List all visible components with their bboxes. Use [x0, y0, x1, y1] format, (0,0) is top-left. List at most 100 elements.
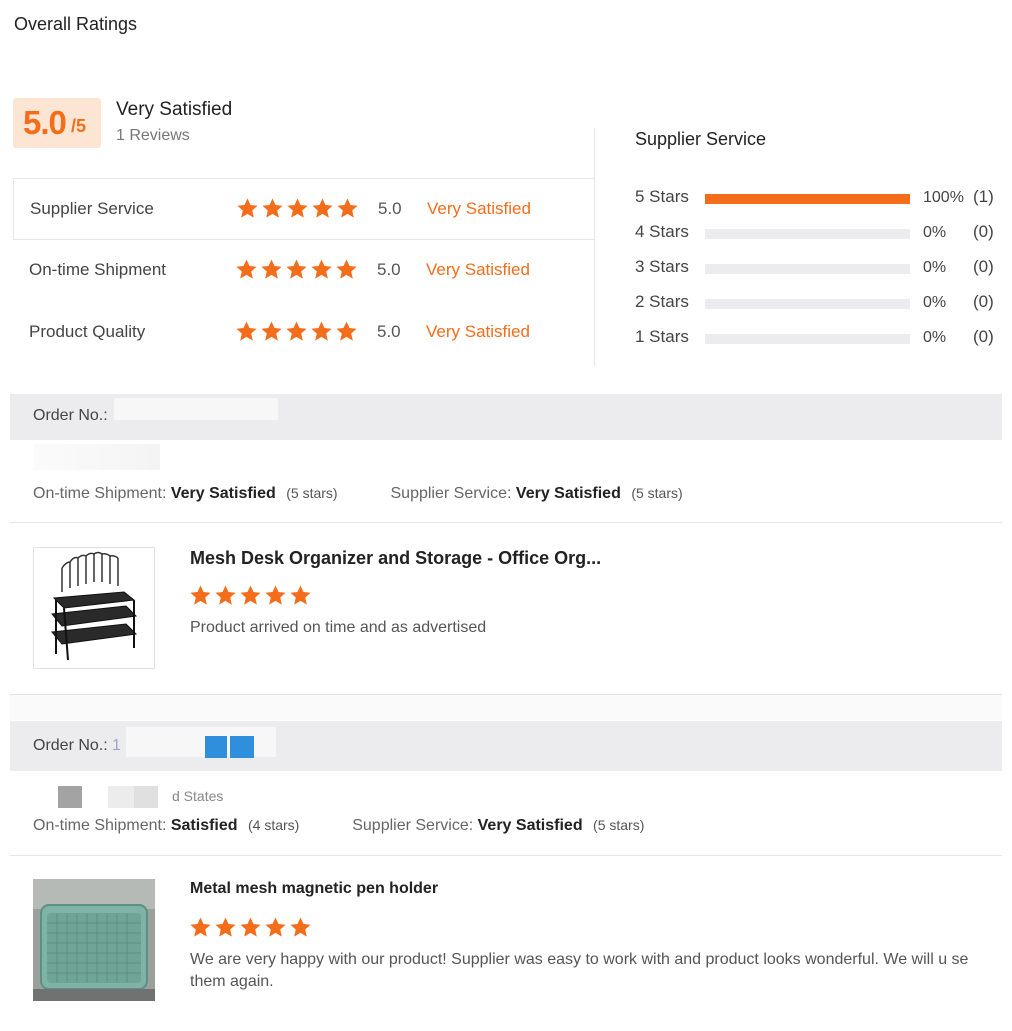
shipment-value: Satisfied [170, 817, 238, 834]
star-icon [337, 198, 358, 218]
category-row: Supplier Service 5.0 Very Satisfied [13, 178, 594, 240]
star-icon [237, 198, 258, 218]
category-level: Very Satisfied [427, 199, 531, 218]
category-ratings: Supplier Service 5.0 Very Satisfied On-t… [13, 178, 594, 364]
category-level: Very Satisfied [426, 260, 530, 279]
star-icon [265, 917, 286, 937]
product-rating-stars [189, 584, 312, 607]
distribution-percent: 0% [923, 294, 947, 311]
distribution-count: (1) [973, 187, 994, 206]
service-label: Supplier Service: [352, 817, 474, 834]
distribution-count: (0) [973, 257, 994, 276]
order-number-label: Order No.: [33, 407, 108, 424]
distribution-percent: 100% [923, 189, 964, 206]
star-icon [336, 259, 357, 279]
distribution-label: 1 Stars [635, 327, 689, 346]
overall-score-badge: 5.0 /5 [13, 98, 101, 148]
redacted-block [205, 736, 227, 758]
star-icon [286, 321, 307, 341]
buyer-country: d States [172, 788, 224, 804]
category-score: 5.0 [377, 260, 401, 279]
distribution-count: (0) [973, 292, 994, 311]
overall-score: 5.0 [23, 104, 67, 141]
category-name: On-time Shipment [29, 260, 166, 279]
star-icon [312, 198, 333, 218]
category-row: Product Quality 5.0 Very Satisfied [13, 302, 594, 364]
service-value: Very Satisfied [515, 485, 621, 502]
order-header: Order No.: 1 [10, 721, 1002, 771]
star-icon [236, 321, 257, 341]
star-icon [265, 585, 286, 605]
service-label: Supplier Service: [390, 485, 512, 502]
redacted-area [34, 444, 160, 470]
category-stars [235, 258, 358, 281]
redacted-block [108, 786, 134, 808]
product-name[interactable]: Metal mesh magnetic pen holder [190, 880, 438, 898]
distribution-label: 3 Stars [635, 257, 689, 276]
star-icon [311, 259, 332, 279]
distribution-percent: 0% [923, 259, 947, 276]
divider [10, 522, 1002, 523]
distribution-label: 4 Stars [635, 222, 689, 241]
category-stars [236, 197, 359, 220]
distribution-label: 5 Stars [635, 187, 689, 206]
page-title: Overall Ratings [14, 14, 138, 34]
shipment-stars: (4 stars) [247, 817, 300, 833]
distribution-title: Supplier Service [635, 129, 767, 149]
distribution-row: 4 Stars 0% (0) [635, 222, 1005, 246]
star-icon [287, 198, 308, 218]
distribution-label: 2 Stars [635, 292, 689, 311]
star-icon [190, 585, 211, 605]
review-meta: On-time Shipment: Satisfied (4 stars) Su… [33, 817, 644, 835]
order-number-redacted [114, 398, 278, 420]
product-image[interactable] [33, 879, 155, 1001]
review-comment: Product arrived on time and as advertise… [190, 619, 487, 636]
divider [10, 855, 1002, 856]
star-icon [236, 259, 257, 279]
order-number-partial: 1 [112, 737, 121, 754]
category-stars [235, 320, 358, 343]
section-divider [594, 128, 595, 366]
category-score: 5.0 [377, 322, 401, 341]
redacted-block [58, 786, 82, 808]
distribution-percent: 0% [923, 224, 947, 241]
desk-organizer-image [51, 551, 138, 661]
pen-holder-image [33, 879, 155, 1001]
service-stars: (5 stars) [631, 485, 683, 501]
product-image[interactable] [33, 547, 155, 669]
shipment-label: On-time Shipment: [33, 485, 167, 502]
star-icon [240, 585, 261, 605]
redacted-block [134, 786, 158, 808]
order-number-label: Order No.: [33, 737, 108, 754]
service-value: Very Satisfied [477, 817, 583, 834]
overall-satisfaction-label: Very Satisfied [116, 99, 233, 120]
star-icon [262, 198, 283, 218]
review-meta: On-time Shipment: Very Satisfied (5 star… [33, 485, 683, 503]
star-icon [240, 917, 261, 937]
category-row: On-time Shipment 5.0 Very Satisfied [13, 240, 594, 302]
star-icon [261, 259, 282, 279]
star-icon [336, 321, 357, 341]
star-icon [290, 585, 311, 605]
product-name[interactable]: Mesh Desk Organizer and Storage - Office… [190, 548, 601, 569]
distribution-bar-track [705, 229, 910, 239]
distribution-row: 1 Stars 0% (0) [635, 327, 1005, 351]
distribution-bar-track [705, 264, 910, 274]
star-icon [215, 585, 236, 605]
distribution-row: 3 Stars 0% (0) [635, 257, 1005, 281]
review-comment: We are very happy with our product! Supp… [190, 951, 969, 990]
shipment-stars: (5 stars) [286, 485, 338, 501]
distribution-percent: 0% [923, 329, 947, 346]
review-count: 1 Reviews [116, 127, 190, 144]
redacted-area: d States [34, 776, 274, 810]
overall-score-max: /5 [71, 116, 87, 136]
distribution-row: 2 Stars 0% (0) [635, 292, 1005, 316]
shipment-value: Very Satisfied [170, 485, 276, 502]
star-icon [286, 259, 307, 279]
redacted-block [230, 736, 254, 758]
star-icon [290, 917, 311, 937]
distribution-bar-track [705, 194, 910, 204]
distribution-row: 5 Stars 100% (1) [635, 187, 1005, 211]
category-name: Supplier Service [30, 199, 154, 218]
distribution-count: (0) [973, 222, 994, 241]
